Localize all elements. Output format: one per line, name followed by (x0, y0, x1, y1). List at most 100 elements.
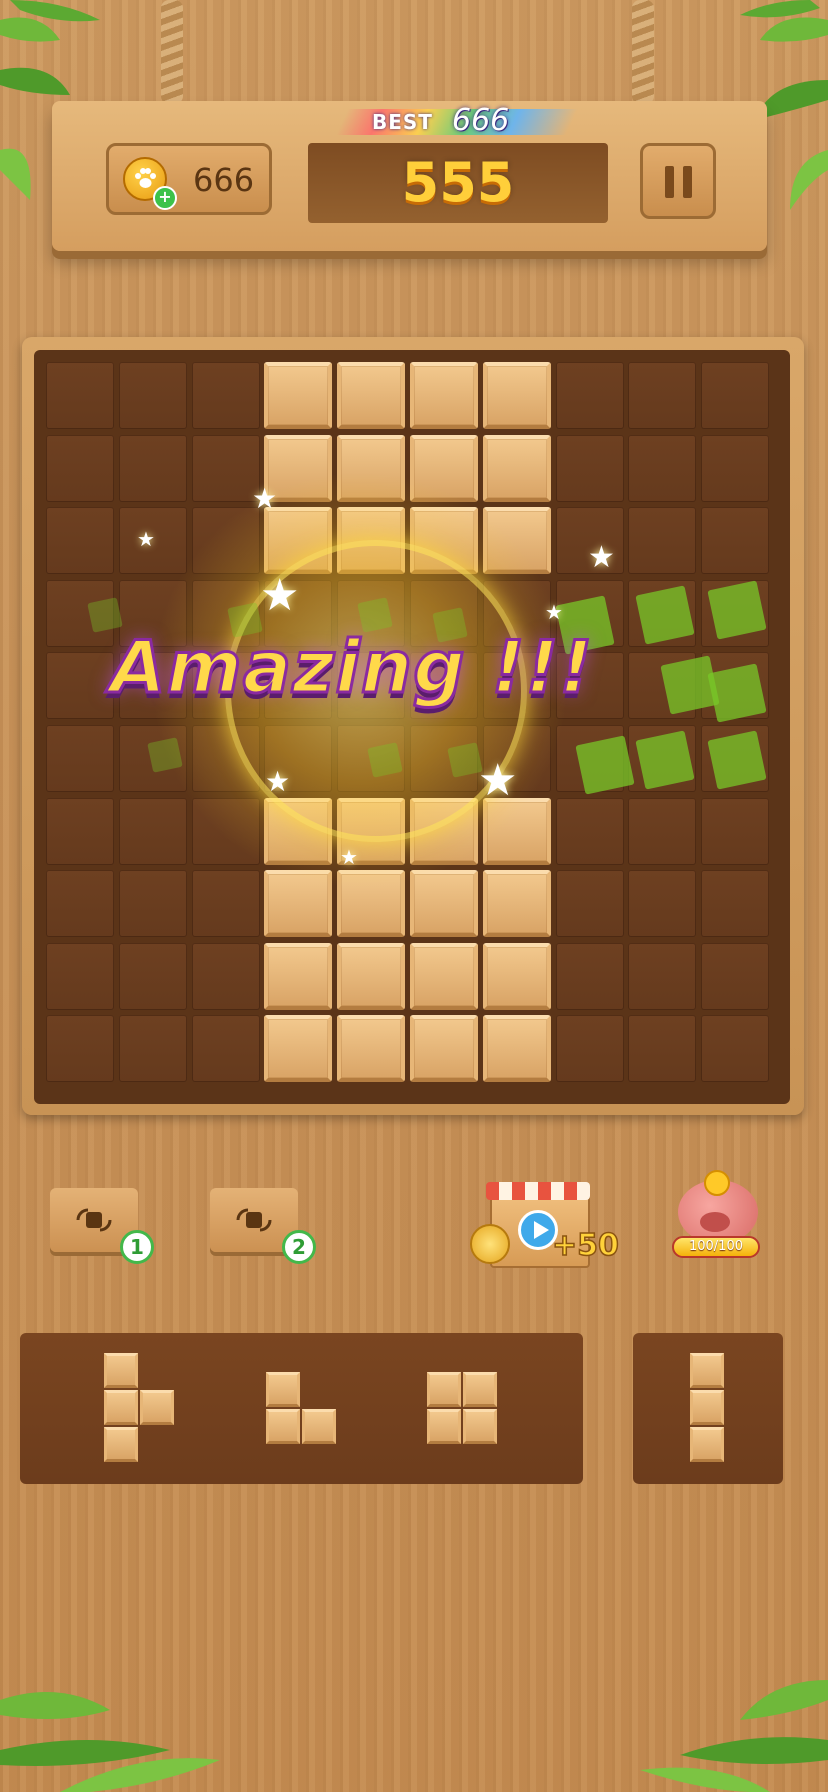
empty-board-cell (701, 870, 770, 938)
piece-block (266, 1409, 300, 1444)
empty-board-cell (118, 870, 187, 938)
wood-block-cell (337, 1015, 406, 1083)
piece-block (302, 1409, 336, 1444)
wood-block-cell (337, 942, 406, 1010)
piece-block (140, 1390, 174, 1425)
empty-board-cell (555, 942, 624, 1010)
best-score-value: 666 (452, 103, 510, 138)
wood-block-cell (337, 434, 406, 502)
piece-block (427, 1409, 461, 1444)
empty-board-cell (628, 870, 697, 938)
sparkle-star-icon: ★ (252, 482, 278, 515)
pause-icon-bar (683, 166, 692, 198)
empty-board-cell (46, 942, 114, 1010)
empty-board-cell (118, 1015, 187, 1083)
empty-board-cell (191, 507, 260, 575)
empty-board-cell (118, 942, 187, 1010)
wood-block-cell (482, 1015, 551, 1083)
sparkle-star-icon: ★ (545, 600, 563, 624)
best-label: BEST (372, 110, 433, 134)
piece-block (104, 1427, 138, 1462)
wood-block-cell (482, 362, 551, 429)
coin-stack-icon (470, 1224, 510, 1264)
current-score: 555 (401, 151, 515, 214)
swap-booster-count-1: 1 (120, 1230, 154, 1264)
wood-block-cell (482, 942, 551, 1010)
combo-banner-text: Amazing !!! (109, 624, 594, 711)
empty-board-cell (191, 870, 260, 938)
empty-board-cell (628, 942, 697, 1010)
wood-block-cell (264, 870, 333, 938)
empty-board-cell (46, 725, 114, 792)
video-reward-shop-button[interactable]: +50 (470, 1180, 620, 1268)
wood-block-cell (264, 362, 333, 429)
top-bar: + 666 BEST 666 555 (52, 101, 767, 251)
sparkle-star-icon: ★ (137, 527, 155, 551)
wood-block-cell (264, 1015, 333, 1083)
clear-particle-gem (367, 742, 403, 778)
empty-board-cell (46, 870, 114, 938)
piece-block (690, 1427, 724, 1462)
sparkle-star-icon: ★ (340, 845, 358, 869)
empty-board-cell (555, 870, 624, 938)
empty-board-cell (555, 797, 624, 865)
coin-icon (704, 1170, 730, 1196)
empty-board-cell (191, 1015, 260, 1083)
piggy-bank-button[interactable]: 100/100 (672, 1170, 762, 1260)
hanging-rope-right (632, 0, 654, 104)
add-coins-icon[interactable]: + (153, 186, 177, 210)
piece-block (690, 1353, 724, 1388)
empty-board-cell (701, 1015, 770, 1083)
empty-board-cell (46, 362, 114, 429)
wood-block-cell (337, 362, 406, 429)
piece-block (266, 1372, 300, 1407)
empty-board-cell (701, 507, 770, 575)
bamboo-leaves-bottom-left (0, 1692, 220, 1792)
sparkle-star-icon: ★ (588, 540, 615, 575)
clear-particle-gem (635, 730, 695, 790)
empty-board-cell (191, 362, 260, 429)
empty-board-cell (701, 942, 770, 1010)
piggy-progress-bar: 100/100 (672, 1236, 760, 1258)
swap-icon (236, 1208, 272, 1232)
coin-count: 666 (193, 161, 255, 199)
empty-board-cell (46, 507, 114, 575)
piggy-progress-text: 100/100 (688, 1239, 743, 1254)
bamboo-leaves-bottom-right (640, 1680, 828, 1792)
piece-block (690, 1390, 724, 1425)
pause-icon (665, 166, 674, 198)
piece-block (427, 1372, 461, 1407)
empty-board-cell (555, 1015, 624, 1083)
sparkle-star-icon: ★ (478, 755, 518, 806)
sparkle-star-icon: ★ (265, 765, 291, 798)
empty-board-cell (118, 362, 187, 429)
clear-particle-gem (575, 735, 635, 795)
empty-board-cell (46, 1015, 114, 1083)
empty-board-cell (628, 434, 697, 502)
hanging-rope-left (161, 0, 183, 104)
piggy-snout (700, 1212, 730, 1232)
empty-board-cell (118, 797, 187, 865)
coin-balance-button[interactable]: + 666 (106, 143, 272, 215)
swap-icon (76, 1208, 112, 1232)
swap-booster-count-2: 2 (282, 1230, 316, 1264)
clear-particle-gem (147, 737, 183, 773)
wood-block-cell (337, 870, 406, 938)
wood-block-cell (410, 362, 478, 429)
wood-block-cell (410, 1015, 478, 1083)
wood-block-cell (482, 434, 551, 502)
piece-block (463, 1409, 497, 1444)
wood-block-cell (264, 942, 333, 1010)
sparkle-star-icon: ★ (260, 570, 300, 621)
shop-reward-amount: +50 (551, 1227, 619, 1264)
wood-block-cell (482, 507, 551, 575)
empty-board-cell (118, 434, 187, 502)
empty-board-cell (555, 434, 624, 502)
piece-block (104, 1353, 138, 1388)
empty-board-cell (46, 797, 114, 865)
empty-board-cell (46, 434, 114, 502)
wood-block-cell (482, 870, 551, 938)
pause-button[interactable] (640, 143, 716, 219)
empty-board-cell (555, 362, 624, 429)
empty-board-cell (628, 797, 697, 865)
